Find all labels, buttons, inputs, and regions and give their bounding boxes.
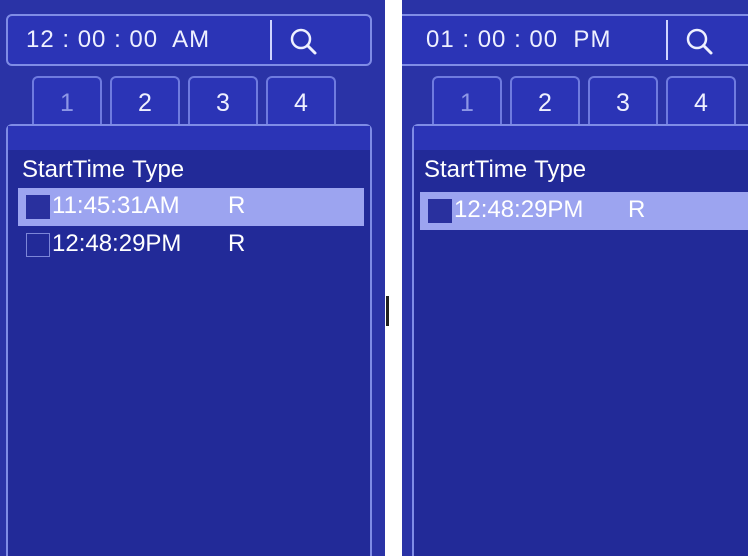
search-button[interactable]	[270, 20, 336, 60]
record-list: StartTime Type 12:48:29PM R	[412, 124, 748, 556]
header-type: Type	[132, 156, 185, 183]
record-type: R	[228, 192, 246, 219]
record-time: 12:48:29PM	[454, 196, 584, 223]
record-time: 11:45:31AM	[52, 192, 180, 219]
time-search-bar: 12 : 00 : 00 AM	[6, 14, 372, 66]
record-row[interactable]: 12:48:29PM R	[420, 192, 748, 230]
record-row[interactable]: 12:48:29PM R	[18, 226, 364, 264]
tab-2[interactable]: 2	[510, 76, 580, 124]
tab-4[interactable]: 4	[266, 76, 336, 124]
search-icon	[290, 28, 317, 55]
time-input[interactable]: 01 : 00 : 00 PM	[426, 26, 611, 54]
tab-3[interactable]: 3	[588, 76, 658, 124]
list-header: StartTime Type	[424, 156, 593, 184]
list-header: StartTime Type	[22, 156, 191, 184]
list-top-strip	[8, 126, 370, 150]
panel-divider	[386, 296, 389, 326]
playback-panel-right: 01 : 00 : 00 PM 1 2 3 4 StartTime Type 12…	[402, 0, 748, 556]
record-row[interactable]: 11:45:31AM R	[18, 188, 364, 226]
record-checkbox[interactable]	[428, 199, 452, 223]
record-type: R	[228, 230, 246, 257]
tab-1[interactable]: 1	[32, 76, 102, 124]
time-search-bar: 01 : 00 : 00 PM	[402, 14, 748, 66]
header-starttime: StartTime	[22, 156, 126, 183]
list-top-strip	[414, 126, 748, 150]
record-checkbox[interactable]	[26, 233, 50, 257]
tab-3[interactable]: 3	[188, 76, 258, 124]
tab-2[interactable]: 2	[110, 76, 180, 124]
record-type: R	[628, 196, 646, 223]
record-list: StartTime Type 11:45:31AM R 12:48:29PM R	[6, 124, 372, 556]
tab-1[interactable]: 1	[432, 76, 502, 124]
search-button[interactable]	[666, 20, 732, 60]
time-input[interactable]: 12 : 00 : 00 AM	[26, 26, 210, 54]
tab-4[interactable]: 4	[666, 76, 736, 124]
header-type: Type	[534, 156, 587, 183]
search-icon	[686, 28, 713, 55]
record-time: 12:48:29PM	[52, 230, 182, 257]
record-checkbox[interactable]	[26, 195, 50, 219]
playback-panel-left: 12 : 00 : 00 AM 1 2 3 4 StartTime Type 11…	[0, 0, 385, 556]
header-starttime: StartTime	[424, 156, 528, 183]
